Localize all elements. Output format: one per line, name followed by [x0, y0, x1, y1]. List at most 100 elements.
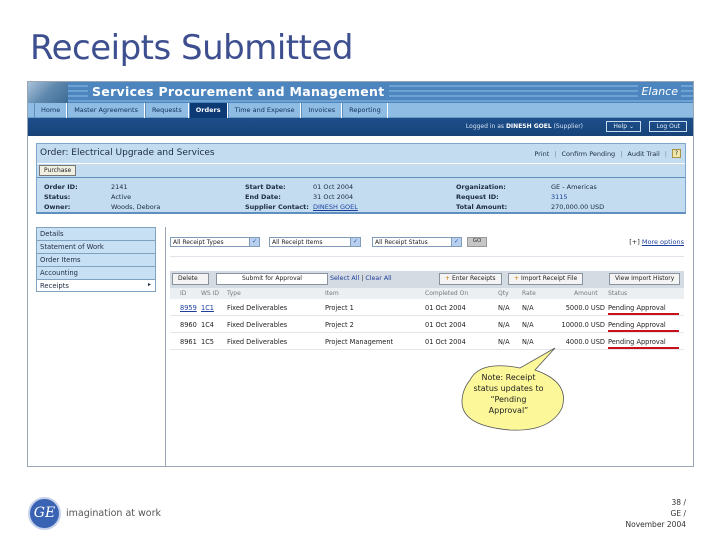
row-type: Fixed Deliverables: [227, 304, 288, 312]
col-completed-on[interactable]: Completed On: [425, 290, 468, 297]
footer-date: November 2004: [625, 520, 687, 529]
row-status: Pending Approval: [608, 304, 666, 312]
owner-value: Woods, Debora: [111, 203, 161, 211]
select-value: All Receipt Types: [173, 239, 224, 246]
ws-id[interactable]: 1C5: [201, 338, 214, 346]
col-amount[interactable]: Amount: [574, 290, 598, 297]
supplier-contact-link[interactable]: DINESH GOEL: [313, 203, 358, 211]
view-import-history-button[interactable]: View Import History: [609, 273, 681, 285]
status-value: Active: [111, 193, 132, 201]
row-type: Fixed Deliverables: [227, 321, 288, 329]
chevron-down-icon: ✓: [249, 238, 259, 246]
col-ws-id[interactable]: WS ID: [201, 290, 219, 297]
order-actions: Print | Confirm Pending | Audit Trail | ?: [534, 149, 681, 158]
sidenav-label: Accounting: [40, 269, 78, 277]
col-type[interactable]: Type: [227, 290, 241, 297]
owner-label: Owner:: [44, 203, 71, 211]
request-id-link[interactable]: 3115: [551, 193, 568, 201]
start-date-value: 01 Oct 2004: [313, 183, 354, 191]
organization-label: Organization:: [456, 183, 506, 191]
status-highlight-underline: [608, 330, 679, 332]
expand-icon: [+]: [629, 238, 640, 246]
more-options-link[interactable]: More options: [642, 238, 684, 246]
print-link[interactable]: Print: [534, 150, 549, 158]
logged-in-text: Logged in as DINESH GOEL (Supplier): [466, 123, 583, 130]
ws-id[interactable]: 1C4: [201, 321, 214, 329]
go-button[interactable]: GO: [467, 237, 487, 247]
sidenav-receipts[interactable]: Receipts ▸: [36, 279, 156, 292]
help-button[interactable]: Help ⌄: [606, 121, 641, 132]
sidenav-details[interactable]: Details: [36, 227, 156, 240]
import-receipt-file-button[interactable]: + Import Receipt File: [508, 273, 584, 285]
selection-links: Select All | Clear All: [330, 275, 392, 282]
tab-time-and-expense[interactable]: Time and Expense: [227, 103, 302, 118]
start-date-label: Start Date:: [245, 183, 286, 191]
col-id[interactable]: ID: [180, 290, 186, 297]
ge-logo: GE: [28, 497, 61, 530]
status-label: Status:: [44, 193, 71, 201]
status-highlight-underline: [608, 313, 679, 315]
select-all-link[interactable]: Select All: [330, 275, 359, 282]
submit-for-approval-button[interactable]: Submit for Approval: [216, 273, 328, 285]
row-item: Project 1: [325, 304, 354, 312]
delete-button[interactable]: Delete: [172, 273, 209, 285]
user-role: (Supplier): [553, 123, 583, 130]
purchase-button[interactable]: Purchase: [39, 165, 77, 176]
callout-line: status updates to: [473, 384, 544, 393]
logout-button[interactable]: Log Out: [649, 121, 687, 132]
tab-orders[interactable]: Orders: [188, 103, 228, 118]
tab-requests[interactable]: Requests: [144, 103, 189, 118]
row-amount: 10000.0 USD: [561, 321, 605, 329]
chevron-down-icon: ✓: [451, 238, 461, 246]
clear-all-link[interactable]: Clear All: [365, 275, 391, 282]
row-amount: 5000.0 USD: [565, 304, 605, 312]
select-value: All Receipt Items: [272, 239, 323, 246]
audit-trail-link[interactable]: Audit Trail: [627, 150, 659, 158]
sidenav-label: Details: [40, 230, 64, 238]
user-name: DINESH GOEL: [505, 123, 552, 130]
receipt-items-select[interactable]: All Receipt Items ✓: [269, 237, 361, 247]
slide-footer: 38 / GE / November 2004: [626, 497, 687, 530]
row-item: Project Management: [325, 338, 394, 346]
tab-invoices[interactable]: Invoices: [301, 103, 343, 118]
user-bar: Logged in as DINESH GOEL (Supplier) Help…: [28, 118, 693, 136]
enter-receipts-button[interactable]: + Enter Receipts: [439, 273, 502, 285]
more-options[interactable]: [+] More options: [629, 238, 684, 246]
order-panel: Order: Electrical Upgrade and Services P…: [36, 143, 686, 214]
banner-image: [28, 82, 68, 103]
end-date-value: 31 Oct 2004: [313, 193, 354, 201]
row-rate: N/A: [522, 304, 534, 312]
col-item[interactable]: Item: [325, 290, 339, 297]
receipt-types-select[interactable]: All Receipt Types ✓: [170, 237, 260, 247]
row-completed: 01 Oct 2004: [425, 304, 466, 312]
row-completed: 01 Oct 2004: [425, 321, 466, 329]
ws-id-link[interactable]: 1C1: [201, 304, 214, 312]
callout-text: Note: Receipt status updates to “Pending…: [457, 372, 560, 416]
order-id-label: Order ID:: [44, 183, 78, 191]
col-qty[interactable]: Qty: [498, 290, 509, 297]
receipt-id[interactable]: 8961: [180, 338, 197, 346]
receipt-status-select[interactable]: All Receipt Status ✓: [372, 237, 462, 247]
help-icon[interactable]: ?: [672, 149, 681, 158]
tab-master-agreements[interactable]: Master Agreements: [67, 103, 145, 118]
table-row: 8959 1C1 Fixed Deliverables Project 1 01…: [170, 299, 684, 316]
footer-company: GE /: [670, 509, 686, 518]
chevron-down-icon: ✓: [350, 238, 360, 246]
sidenav-accounting[interactable]: Accounting: [36, 266, 156, 279]
chevron-down-icon: ⌄: [628, 123, 634, 130]
tab-reporting[interactable]: Reporting: [342, 103, 388, 118]
sidenav-statement-of-work[interactable]: Statement of Work: [36, 240, 156, 253]
sidenav-label: Statement of Work: [40, 243, 104, 251]
sidenav-order-items[interactable]: Order Items: [36, 253, 156, 266]
logged-in-prefix: Logged in as: [465, 123, 505, 130]
sidenav-label: Receipts: [40, 282, 69, 290]
callout-line: “Pending: [490, 395, 527, 404]
tab-home[interactable]: Home: [34, 103, 68, 118]
plus-icon: +: [445, 275, 451, 282]
callout-line: Note: Receipt: [481, 373, 536, 382]
col-status[interactable]: Status: [608, 290, 627, 297]
col-rate[interactable]: Rate: [522, 290, 536, 297]
confirm-pending-link[interactable]: Confirm Pending: [562, 150, 616, 158]
receipt-id-link[interactable]: 8959: [180, 304, 197, 312]
receipt-id[interactable]: 8960: [180, 321, 197, 329]
